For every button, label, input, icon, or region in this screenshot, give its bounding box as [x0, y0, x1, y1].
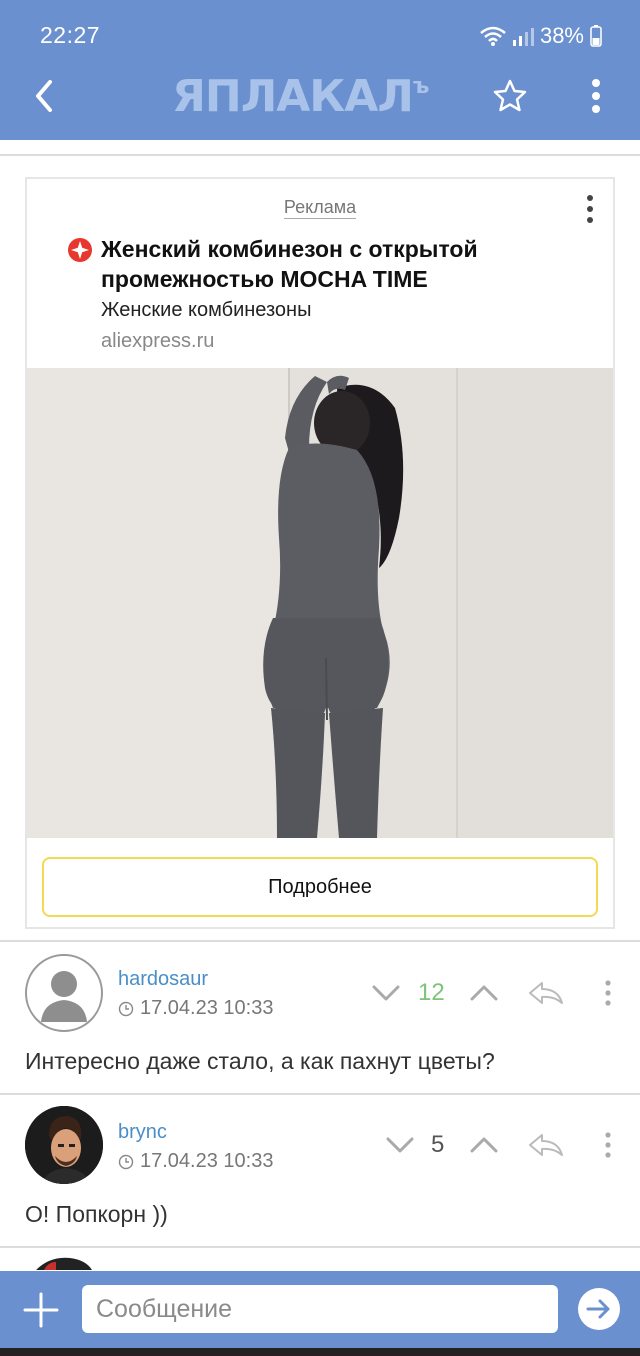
plus-icon [23, 1292, 59, 1328]
comment-text: О! Попкорн )) [25, 1201, 168, 1227]
send-button[interactable] [578, 1288, 620, 1330]
comment-item: brync 17.04.23 10:33 5 О! Попкорн )) [0, 1095, 640, 1245]
ad-image[interactable] [27, 368, 613, 838]
ad-menu-button[interactable] [578, 193, 602, 225]
chevron-down-icon [386, 1137, 414, 1153]
divider [0, 154, 640, 156]
attach-button[interactable] [20, 1289, 62, 1331]
app-bar: ЯПЛАКАЛъ [0, 60, 640, 132]
ad-card[interactable]: Реклама Женский комбинезон с открытой пр… [25, 177, 615, 929]
wifi-icon [480, 26, 506, 46]
divider [0, 1246, 640, 1248]
avatar[interactable] [25, 1106, 103, 1184]
ad-details-button[interactable]: Подробнее [42, 857, 598, 917]
comment-score: 5 [431, 1131, 445, 1158]
reply-button[interactable] [524, 1128, 568, 1162]
battery-percent: 38% [539, 23, 584, 48]
site-logo[interactable]: ЯПЛАКАЛъ [172, 72, 472, 122]
comment-text: Интересно даже стало, а как пахнут цветы… [25, 1048, 495, 1074]
logo-text: ЯПЛАКАЛ [172, 71, 414, 122]
nav-bar-edge [0, 1348, 640, 1356]
message-composer [0, 1271, 640, 1356]
next-comment-avatar [30, 1256, 100, 1270]
favorite-button[interactable] [488, 74, 532, 118]
reply-button[interactable] [524, 976, 568, 1010]
vote-down-button[interactable] [369, 976, 403, 1010]
ad-photo [27, 368, 613, 838]
signal-icon [512, 28, 534, 46]
status-indicators: 38% [480, 22, 602, 50]
comment-more-button[interactable] [598, 1128, 618, 1162]
ad-label: Реклама [283, 197, 357, 219]
comment-timestamp: 17.04.23 10:33 [118, 997, 273, 1020]
clock-icon [118, 1154, 134, 1169]
vote-down-button[interactable] [383, 1128, 417, 1162]
overflow-menu-button[interactable] [576, 74, 616, 118]
vote-up-button[interactable] [467, 1128, 501, 1162]
chevron-up-icon [470, 1137, 498, 1153]
more-vertical-icon [605, 1132, 611, 1158]
logo-suffix: ъ [412, 74, 430, 99]
chevron-up-icon [470, 985, 498, 1001]
comment-score: 12 [418, 979, 445, 1006]
advertiser-icon [68, 238, 92, 262]
chevron-left-icon [36, 80, 52, 112]
comment-username[interactable]: hardosaur [118, 968, 208, 991]
clock-icon [118, 1001, 134, 1016]
reply-icon [529, 982, 563, 1004]
vote-up-button[interactable] [467, 976, 501, 1010]
arrow-right-icon [586, 1299, 610, 1319]
reply-icon [529, 1134, 563, 1156]
comment-timestamp: 17.04.23 10:33 [118, 1150, 273, 1173]
back-button[interactable] [22, 72, 66, 120]
ad-subtitle: Женские комбинезоны [101, 299, 312, 321]
ad-domain: aliexpress.ru [101, 330, 215, 352]
chevron-down-icon [372, 985, 400, 1001]
comment-item: hardosaur 17.04.23 10:33 12 Интересно да… [0, 942, 640, 1092]
battery-icon [590, 25, 602, 47]
more-vertical-icon [605, 980, 611, 1006]
comment-more-button[interactable] [598, 976, 618, 1010]
more-vertical-icon [592, 79, 600, 113]
more-vertical-icon [587, 195, 593, 223]
avatar[interactable] [25, 954, 103, 1032]
default-user-icon [41, 971, 87, 1022]
status-time: 22:27 [40, 22, 101, 48]
ad-title[interactable]: Женский комбинезон с открытой промежност… [101, 234, 581, 294]
message-input[interactable] [82, 1285, 558, 1333]
app-header: 22:27 38% ЯПЛАКАЛъ [0, 0, 640, 140]
star-icon [493, 79, 527, 112]
comment-username[interactable]: brync [118, 1121, 167, 1144]
user-avatar-image [25, 1106, 103, 1184]
